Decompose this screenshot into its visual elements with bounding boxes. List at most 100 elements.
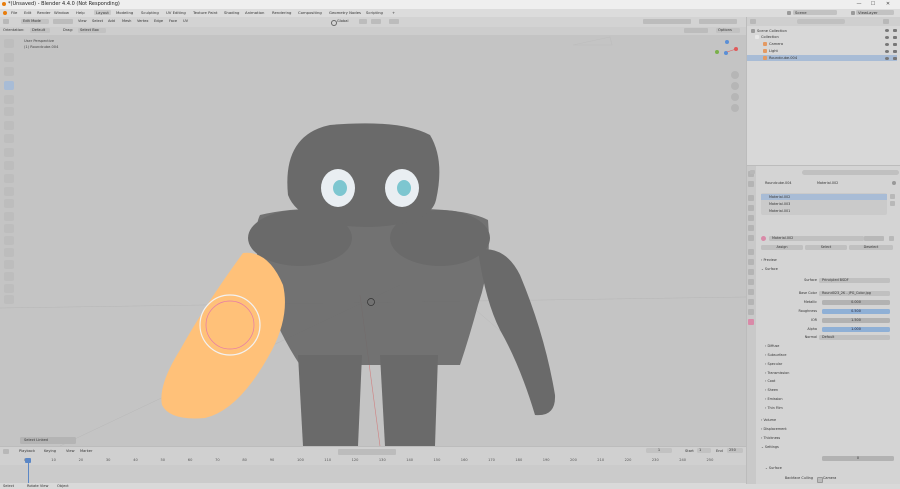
snap-icon[interactable] [371, 19, 381, 24]
deselect-button[interactable]: Deselect [849, 245, 893, 250]
edge-slide-tool-icon[interactable] [4, 260, 14, 269]
shear-tool-icon[interactable] [4, 284, 14, 293]
proportional-edit-icon[interactable] [389, 19, 399, 24]
workspace-tab-geometry-nodes[interactable]: Geometry Nodes [327, 10, 363, 15]
material-sphere-icon[interactable] [761, 236, 766, 241]
outliner-row-light[interactable]: Light [763, 48, 778, 54]
options-dropdown[interactable]: Options [716, 28, 740, 33]
loop-cut-tool-icon[interactable] [4, 199, 14, 208]
visibility-eye-icon[interactable] [885, 29, 889, 32]
scene-selector[interactable]: Scene [793, 10, 837, 15]
camera-render-icon[interactable] [893, 57, 897, 60]
menu-file[interactable]: File [11, 10, 17, 15]
editor-type-icon[interactable] [3, 19, 9, 24]
pan-hand-icon[interactable] [731, 82, 739, 90]
maximize-icon[interactable]: ☐ [866, 1, 880, 8]
physics-tab-icon[interactable] [748, 279, 754, 285]
render-tab-icon[interactable] [748, 181, 754, 187]
camera-view-icon[interactable] [731, 93, 739, 101]
output-tab-icon[interactable] [748, 195, 754, 201]
3d-viewport[interactable]: User Perspective (1) Roundcube.004 Selec… [0, 35, 746, 446]
blender-menu-icon[interactable] [3, 11, 7, 15]
perspective-toggle-icon[interactable] [731, 104, 739, 112]
poly-build-tool-icon[interactable] [4, 224, 14, 233]
material-datablock-buttons[interactable] [864, 236, 884, 241]
menu-help[interactable]: Help [76, 10, 85, 15]
timeline-track-area[interactable] [0, 465, 746, 483]
smooth-tool-icon[interactable] [4, 248, 14, 257]
world-tab-icon[interactable] [748, 225, 754, 231]
select-mode-buttons[interactable] [53, 19, 73, 24]
drag-tool-selector[interactable]: Select Box [78, 28, 106, 33]
timeline-menu-playback[interactable]: Playback [19, 449, 35, 453]
panel-volume-header[interactable]: › Volume [761, 418, 776, 422]
pass-index-field[interactable]: 0 [822, 456, 894, 461]
menu-edit[interactable]: Edit [24, 10, 31, 15]
workspace-tab-uv-editing[interactable]: UV Editing [164, 10, 188, 15]
xyz-mirror-toggles[interactable] [684, 28, 708, 33]
scene-tab-icon[interactable] [748, 215, 754, 221]
menu-vertex[interactable]: Vertex [137, 19, 149, 23]
close-icon[interactable]: ✕ [881, 1, 895, 8]
menu-window[interactable]: Window [54, 10, 69, 15]
viewport-gizmo-toggles[interactable] [643, 19, 691, 24]
material-slot-list[interactable]: Material.002 Material.003 Material.001 [761, 193, 887, 215]
menu-face[interactable]: Face [169, 19, 177, 23]
material-slot-row[interactable]: Material.001 [769, 208, 790, 214]
extrude-tool-icon[interactable] [4, 161, 14, 170]
panel-preview-header[interactable]: › Preview [761, 258, 777, 262]
add-slot-icon[interactable] [890, 194, 895, 199]
subpanel-transmission[interactable]: › Transmission [765, 371, 789, 375]
pivot-point-icon[interactable] [359, 19, 367, 24]
measure-tool-icon[interactable] [4, 134, 14, 143]
orientation-selector[interactable]: Default [30, 28, 50, 33]
assign-button[interactable]: Assign [761, 245, 803, 250]
shading-mode-buttons[interactable] [699, 19, 737, 24]
remove-slot-icon[interactable] [890, 201, 895, 206]
workspace-tab-rendering[interactable]: Rendering [270, 10, 293, 15]
material-tab-icon[interactable] [748, 319, 754, 325]
outliner-editor-type-icon[interactable] [750, 19, 756, 24]
menu-select[interactable]: Select [92, 19, 103, 23]
view-layer-tab-icon[interactable] [748, 205, 754, 211]
ior-slider[interactable]: 1.500 [822, 318, 890, 323]
timeline-editor-type-icon[interactable] [3, 449, 9, 454]
inset-tool-icon[interactable] [4, 174, 14, 183]
add-cube-tool-icon[interactable] [4, 148, 14, 157]
playback-controls[interactable] [338, 449, 396, 455]
timeline-menu-marker[interactable]: Marker [80, 449, 92, 453]
panel-thickness-header[interactable]: › Thickness [761, 436, 780, 440]
select-box-tool-icon[interactable] [4, 53, 14, 62]
material-slot-row[interactable]: Material.003 [769, 201, 790, 207]
transform-tool-icon[interactable] [4, 107, 14, 116]
camera-render-icon[interactable] [893, 50, 897, 53]
workspace-tab-scripting[interactable]: Scripting [364, 10, 385, 15]
subpanel-coat[interactable]: › Coat [765, 379, 775, 383]
data-tab-icon[interactable] [748, 299, 754, 305]
material-name-field[interactable]: Material.002 [769, 236, 864, 241]
workspace-tab-shading[interactable]: Shading [222, 10, 241, 15]
constraints-tab-icon[interactable] [748, 289, 754, 295]
workspace-tab-animation[interactable]: Animation [243, 10, 266, 15]
visibility-eye-icon[interactable] [885, 36, 889, 39]
menu-render[interactable]: Render [37, 10, 51, 15]
alpha-slider[interactable]: 1.000 [822, 327, 890, 332]
properties-search-input[interactable] [802, 170, 899, 175]
visibility-eye-icon[interactable] [885, 57, 889, 60]
workspace-tab-texture-paint[interactable]: Texture Paint [191, 10, 220, 15]
properties-editor-type-icon[interactable] [750, 170, 755, 174]
workspace-tab-sculpting[interactable]: Sculpting [139, 10, 161, 15]
camera-render-icon[interactable] [893, 29, 897, 32]
spin-tool-icon[interactable] [4, 236, 14, 245]
panel-settings-header[interactable]: ⌄ Settings [761, 445, 779, 449]
surface-shader-field[interactable]: Principled BSDF [819, 278, 890, 283]
transform-orientation-selector[interactable]: Global [337, 19, 348, 23]
workspace-tab-compositing[interactable]: Compositing [296, 10, 324, 15]
timeline-menu-keying[interactable]: Keying [44, 449, 56, 453]
timeline-ruler[interactable]: 0102030405060708090100110120130140150160… [0, 458, 746, 464]
visibility-eye-icon[interactable] [885, 43, 889, 46]
mode-selector[interactable]: Edit Mode [21, 19, 49, 24]
knife-tool-icon[interactable] [4, 212, 14, 221]
funnel-icon[interactable] [889, 236, 894, 241]
move-tool-icon[interactable] [4, 67, 14, 76]
